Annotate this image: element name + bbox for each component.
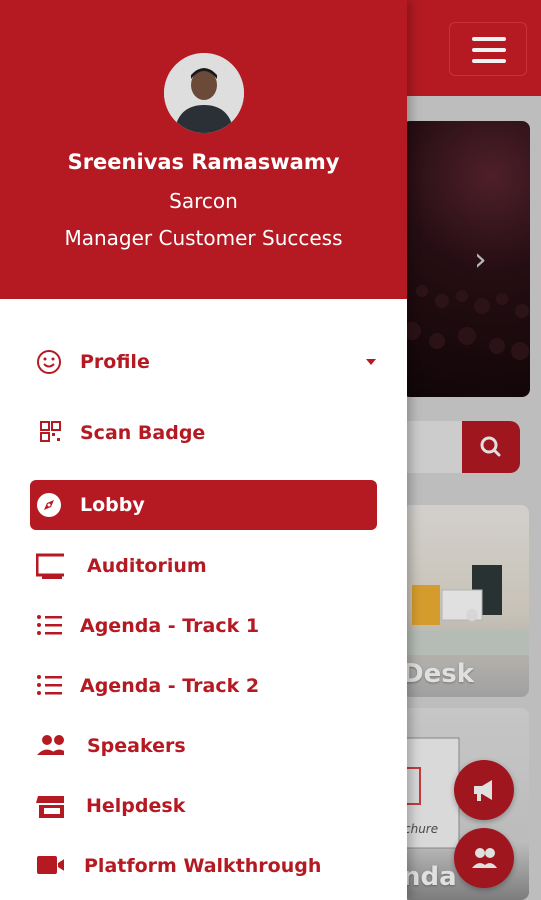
menu-item-label: Agenda - Track 2 <box>80 675 260 697</box>
store-icon <box>36 796 64 818</box>
networking-button[interactable] <box>454 828 514 888</box>
menu-item-speakers[interactable]: Speakers <box>30 721 377 771</box>
card-label: Desk <box>402 659 474 689</box>
menu-item-label: Lobby <box>80 494 145 516</box>
card-caption: chure <box>404 822 439 836</box>
menu-item-helpdesk[interactable]: Helpdesk <box>30 781 377 831</box>
qr-code-icon <box>40 421 61 442</box>
menu-item-lobby[interactable]: Lobby <box>30 480 377 530</box>
event-banner[interactable] <box>402 121 530 397</box>
menu-item-label: Speakers <box>87 735 186 757</box>
menu-item-agenda-track-2[interactable]: Agenda - Track 2 <box>30 661 377 711</box>
menu-item-label: Helpdesk <box>86 795 186 817</box>
menu-item-profile[interactable]: Profile <box>30 337 377 387</box>
navigation-drawer: Sreenivas Ramaswamy Sarcon Manager Custo… <box>0 0 407 900</box>
hamburger-icon <box>472 37 506 41</box>
menu-item-auditorium[interactable]: Auditorium <box>30 541 377 591</box>
drawer-profile-header: Sreenivas Ramaswamy Sarcon Manager Custo… <box>0 0 407 299</box>
avatar-photo <box>164 53 244 133</box>
compass-icon <box>37 493 61 517</box>
menu-item-label: Profile <box>80 351 150 373</box>
announcement-button[interactable] <box>454 760 514 820</box>
menu-item-agenda-track-1[interactable]: Agenda - Track 1 <box>30 601 377 651</box>
users-icon <box>472 848 497 868</box>
user-role: Manager Customer Success <box>64 226 343 250</box>
helpdesk-card[interactable]: Desk <box>402 505 529 697</box>
menu-item-label: Agenda - Track 1 <box>80 615 260 637</box>
search-icon <box>480 436 501 457</box>
megaphone-icon <box>474 780 492 801</box>
menu-item-label: Platform Walkthrough <box>84 855 322 877</box>
chevron-down-icon[interactable] <box>366 359 376 365</box>
list-icon <box>37 675 62 695</box>
search-button[interactable] <box>462 421 520 473</box>
video-icon <box>37 856 64 874</box>
crowd-image <box>403 285 529 360</box>
user-name: Sreenivas Ramaswamy <box>67 150 340 174</box>
banner-next-icon[interactable]: › <box>474 240 487 278</box>
search-input[interactable] <box>402 421 468 473</box>
users-icon <box>37 735 64 755</box>
menu-item-platform-walkthrough[interactable]: Platform Walkthrough <box>30 841 377 891</box>
avatar[interactable] <box>164 53 244 133</box>
smiley-icon <box>37 350 61 374</box>
list-icon <box>37 615 62 635</box>
menu-item-label: Scan Badge <box>80 422 206 444</box>
hamburger-menu-button[interactable] <box>449 22 527 76</box>
card-label: nda <box>402 862 457 892</box>
user-organization: Sarcon <box>169 189 238 213</box>
menu-item-scan-badge[interactable]: Scan Badge <box>30 408 377 458</box>
monitor-icon <box>36 553 64 579</box>
menu-item-label: Auditorium <box>87 555 207 577</box>
